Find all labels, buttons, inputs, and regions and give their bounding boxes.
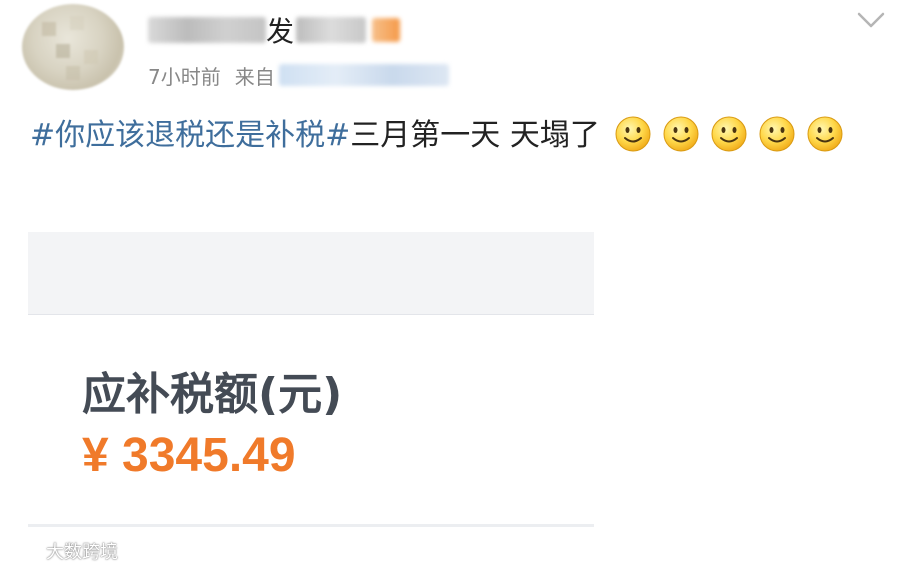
post-meta: 7小时前 来自 [148, 62, 449, 89]
chevron-down-icon[interactable] [856, 8, 886, 32]
tax-due-amount: ¥ 3345.49 [82, 429, 296, 482]
post-text: #你应该退税还是补税#三月第一天 天塌了 [30, 112, 890, 160]
card-divider [28, 524, 594, 527]
card-header [28, 232, 594, 315]
vip-badge [372, 18, 401, 42]
tax-card: 应补税额(元) ¥ 3345.49 [28, 232, 594, 542]
username-blurred-tail [296, 17, 367, 43]
post-source-label: 来自 [234, 64, 275, 89]
username[interactable]: 发 [148, 12, 401, 48]
smile-icon [663, 116, 699, 152]
watermark: 大数跨境 [8, 538, 118, 564]
username-visible-text: 发 [266, 15, 295, 48]
watermark-text: 大数跨境 [46, 542, 118, 563]
watermark-logo-icon [8, 541, 38, 561]
smile-icon [759, 116, 795, 152]
post-body: 三月第一天 天塌了 [350, 118, 600, 153]
smile-icon [807, 116, 843, 152]
post-time: 7小时前 [148, 64, 221, 89]
avatar[interactable] [22, 4, 124, 90]
smile-icon [615, 116, 651, 152]
emoji-row [609, 116, 849, 153]
smile-icon [711, 116, 747, 152]
topic-link[interactable]: #你应该退税还是补税# [30, 118, 350, 153]
post-source-blurred[interactable] [278, 64, 449, 86]
username-blurred-part [148, 17, 266, 43]
tax-due-label: 应补税额(元) [82, 369, 343, 420]
